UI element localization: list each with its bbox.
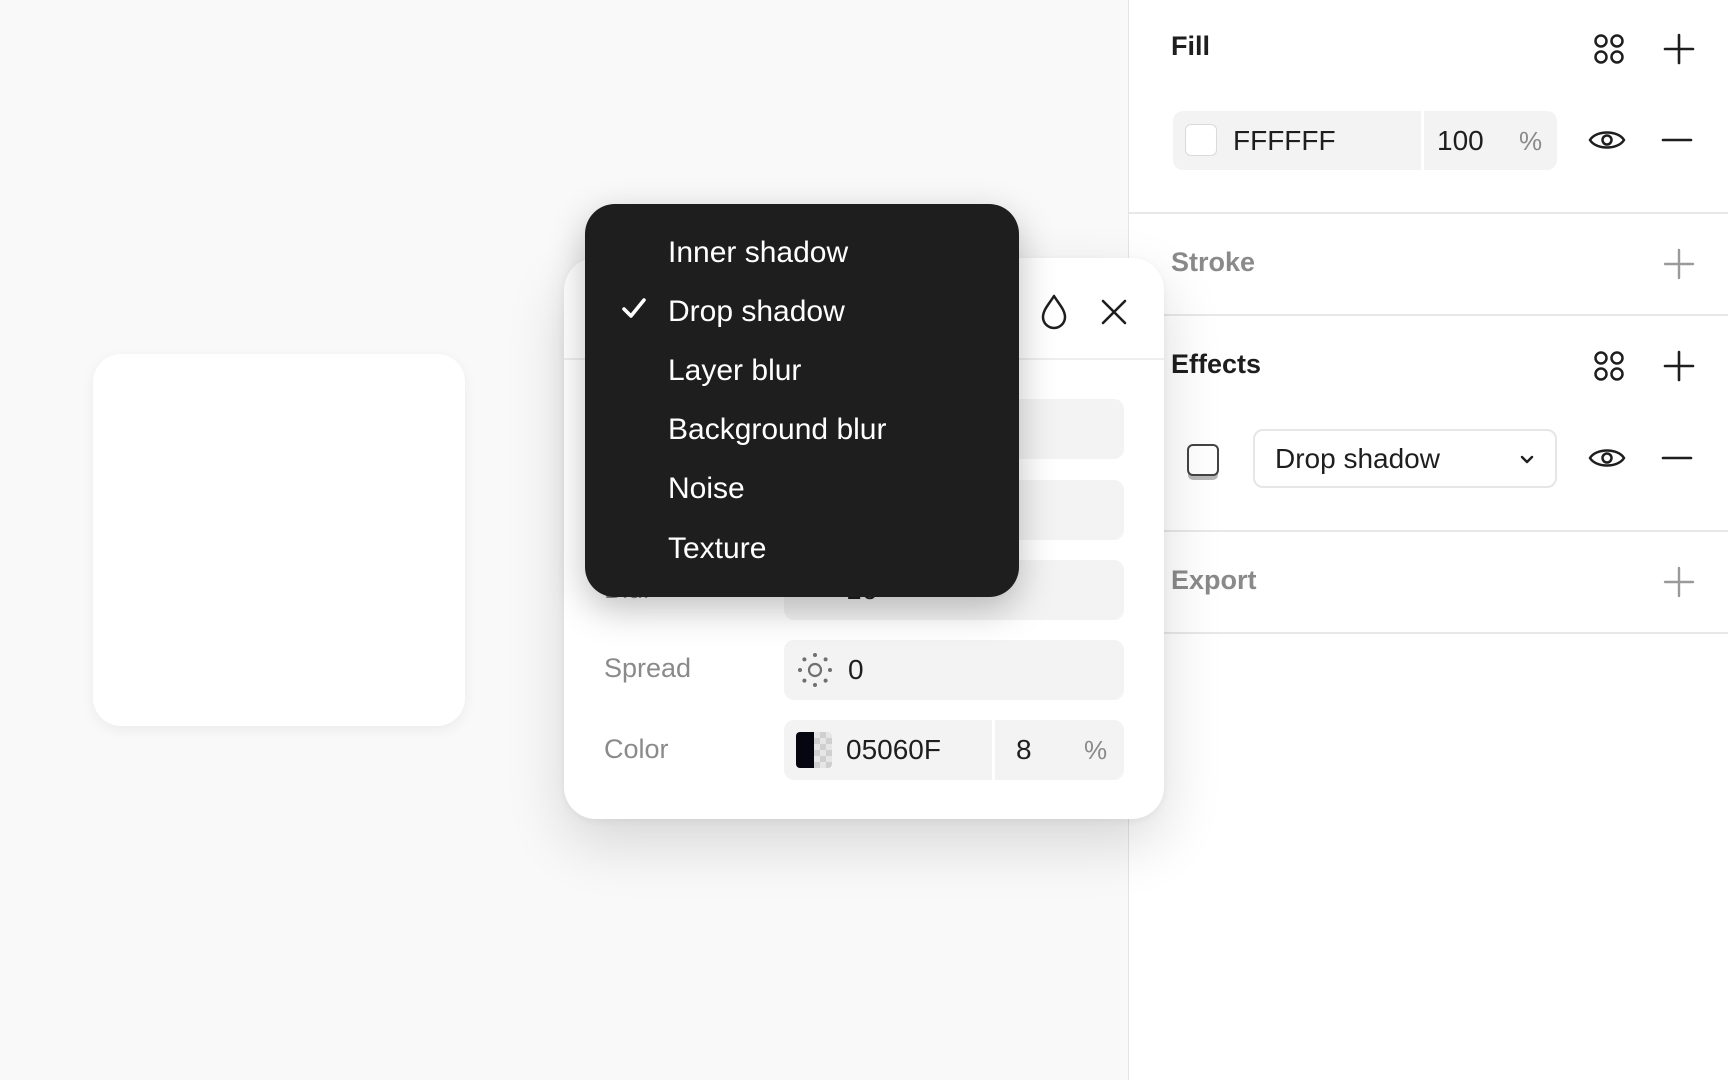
eye-icon <box>1588 127 1626 153</box>
properties-panel: Fill FFFFFF 100 % Stroke Effects Drop sh… <box>1128 0 1728 1080</box>
shadow-color-swatch[interactable] <box>796 732 832 768</box>
effect-type-dropdown[interactable]: Drop shadow <box>1253 429 1557 488</box>
menu-item-label: Layer blur <box>668 354 802 387</box>
shadow-opacity-value[interactable]: 8 <box>1016 734 1032 766</box>
menu-item-label: Noise <box>668 472 745 505</box>
swatch-transparency <box>814 732 832 768</box>
minus-icon <box>1661 138 1693 142</box>
divider <box>1129 632 1728 634</box>
effect-type-menu: Inner shadow Drop shadow Layer blur Back… <box>585 204 1019 597</box>
menu-item-texture[interactable]: Texture <box>585 520 1019 576</box>
menu-item-background-blur[interactable]: Background blur <box>585 401 1019 457</box>
effect-styles-button[interactable] <box>1587 344 1631 388</box>
remove-fill-button[interactable] <box>1655 118 1699 162</box>
droplet-icon <box>1040 294 1068 330</box>
export-title: Export <box>1171 565 1257 595</box>
menu-item-label: Inner shadow <box>668 236 849 269</box>
add-effect-button[interactable] <box>1657 344 1701 388</box>
fill-title: Fill <box>1171 31 1210 61</box>
selected-frame[interactable] <box>93 354 465 726</box>
plus-icon <box>1663 33 1695 65</box>
fill-color-swatch[interactable] <box>1185 124 1217 156</box>
fill-color-field[interactable]: FFFFFF 100 % <box>1173 111 1557 170</box>
chevron-down-icon <box>1519 453 1535 471</box>
export-section: Export <box>1129 532 1728 632</box>
app-root: Fill FFFFFF 100 % Stroke Effects Drop sh… <box>0 0 1728 1080</box>
color-field-separator <box>992 720 995 780</box>
shadow-opacity-unit: % <box>1084 735 1108 765</box>
fill-hex-value[interactable]: FFFFFF <box>1233 125 1336 157</box>
styles-grid-icon <box>1592 32 1626 66</box>
checkmark-icon <box>621 297 647 324</box>
eye-icon <box>1588 445 1626 471</box>
effect-settings-button[interactable] <box>1187 444 1219 476</box>
fill-visibility-toggle[interactable] <box>1585 118 1629 162</box>
spread-value[interactable]: 0 <box>848 654 864 686</box>
plus-icon <box>1663 350 1695 382</box>
fill-field-separator <box>1421 111 1424 170</box>
fill-opacity-value[interactable]: 100 <box>1437 125 1484 157</box>
shadow-color-hex[interactable]: 05060F <box>846 734 941 766</box>
effect-visibility-toggle[interactable] <box>1585 436 1629 480</box>
close-popover-button[interactable] <box>1092 290 1136 334</box>
plus-icon <box>1663 566 1695 598</box>
stroke-title: Stroke <box>1171 247 1256 277</box>
spread-field[interactable]: 0 <box>784 640 1124 700</box>
styles-grid-icon <box>1592 349 1626 383</box>
spread-label: Spread <box>604 653 692 683</box>
swatch-color <box>796 732 814 768</box>
menu-item-drop-shadow[interactable]: Drop shadow <box>585 283 1019 339</box>
effects-title: Effects <box>1171 349 1262 379</box>
spread-icon <box>796 651 834 694</box>
add-stroke-button[interactable] <box>1657 242 1701 286</box>
fill-opacity-unit: % <box>1519 126 1543 156</box>
effects-section: Effects Drop shadow <box>1129 316 1728 530</box>
minus-icon <box>1661 456 1693 460</box>
menu-item-label: Texture <box>668 532 767 565</box>
menu-item-inner-shadow[interactable]: Inner shadow <box>585 224 1019 280</box>
add-fill-button[interactable] <box>1657 27 1701 71</box>
fill-styles-button[interactable] <box>1587 27 1631 71</box>
menu-item-label: Drop shadow <box>668 295 845 328</box>
plus-icon <box>1663 248 1695 280</box>
stroke-section: Stroke <box>1129 214 1728 314</box>
effect-type-value: Drop shadow <box>1275 443 1440 474</box>
color-label: Color <box>604 734 669 764</box>
menu-item-label: Background blur <box>668 413 887 446</box>
menu-item-layer-blur[interactable]: Layer blur <box>585 342 1019 398</box>
menu-item-noise[interactable]: Noise <box>585 460 1019 516</box>
fill-section: Fill FFFFFF 100 % <box>1129 0 1728 214</box>
add-export-button[interactable] <box>1657 560 1701 604</box>
close-icon <box>1100 298 1128 326</box>
shadow-color-field[interactable]: 05060F 8 % <box>784 720 1124 780</box>
blend-mode-button[interactable] <box>1032 290 1076 334</box>
remove-effect-button[interactable] <box>1655 436 1699 480</box>
